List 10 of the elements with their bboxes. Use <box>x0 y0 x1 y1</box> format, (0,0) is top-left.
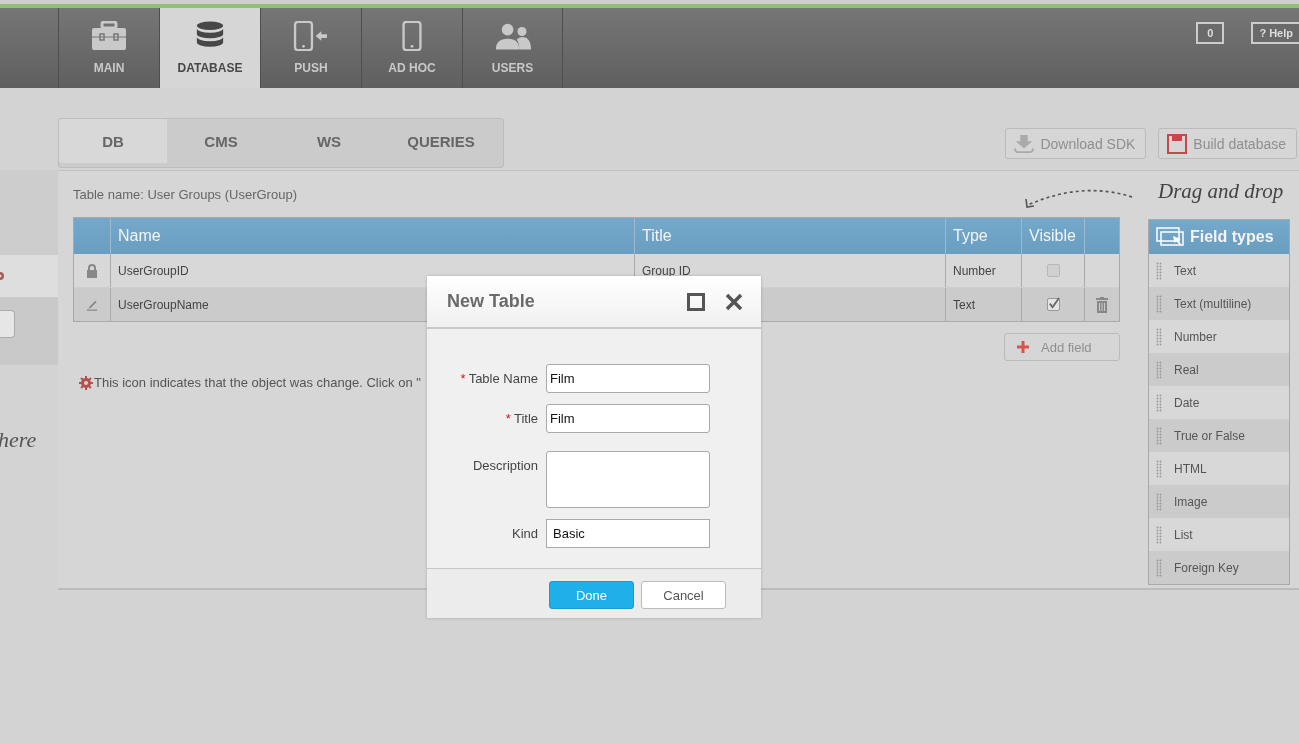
dialog-title: New Table <box>447 291 536 312</box>
panel-title: Field types <box>1190 228 1274 246</box>
table-cell: Text <box>946 288 1022 321</box>
drag-hint-text: Drag and drop <box>1158 179 1285 205</box>
field-label: Description <box>471 457 538 473</box>
legend-text: This icon indicates that the object was change. Click on " <box>94 375 421 390</box>
field-label: * Title <box>504 410 538 426</box>
field-label: Kind <box>510 525 538 541</box>
table-name-label: Table name: User Groups (UserGroup) <box>73 186 297 202</box>
field-label: * Table Name <box>459 370 538 386</box>
